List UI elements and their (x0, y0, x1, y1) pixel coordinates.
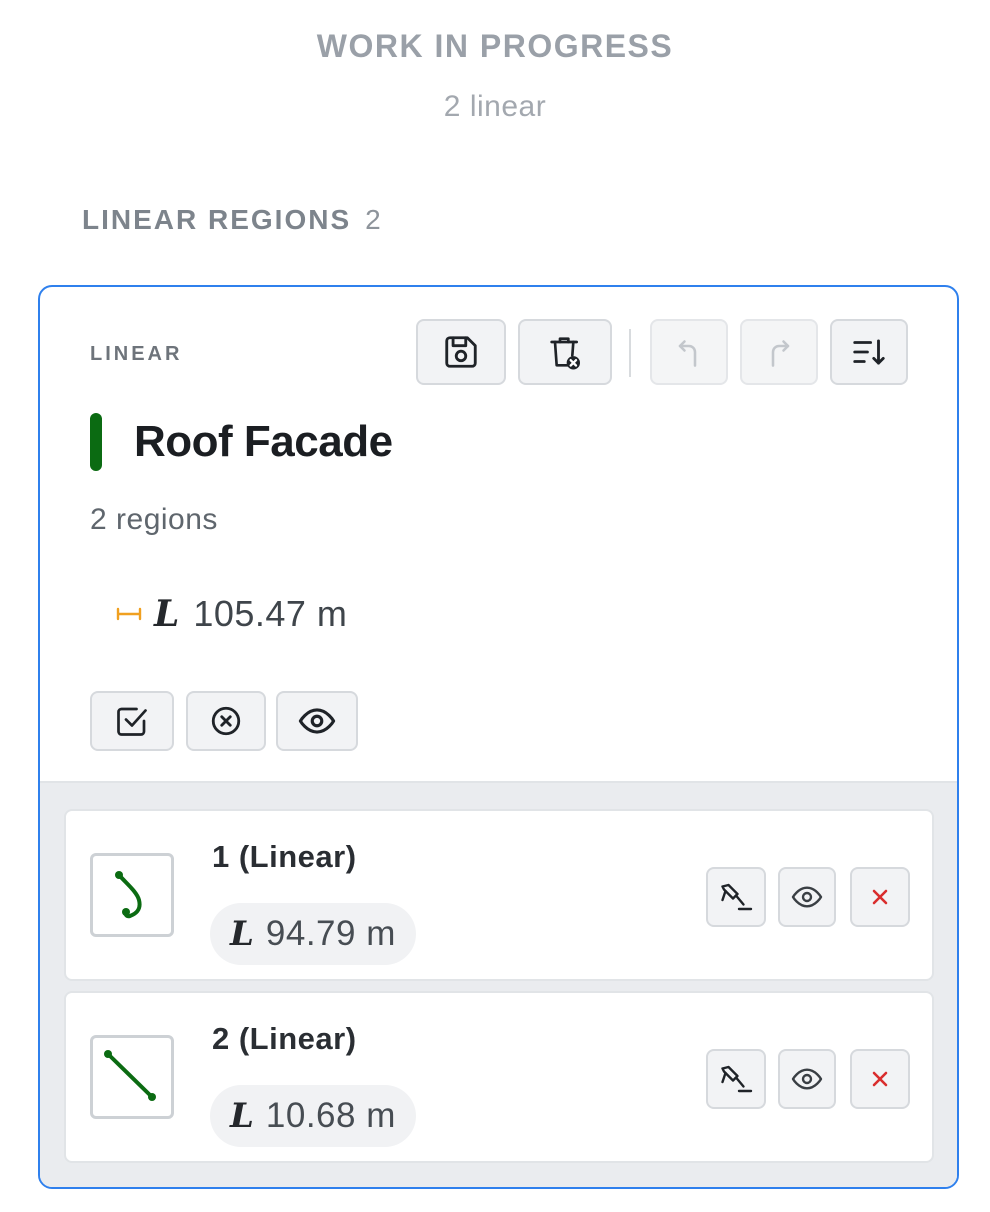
delete-region-button[interactable] (850, 867, 910, 927)
toolbar-separator (629, 329, 631, 377)
ruler-icon (116, 607, 142, 621)
delete-icon (550, 337, 580, 370)
sort-button[interactable] (830, 319, 908, 385)
region-list: 1 (Linear) L 94.79 m 2 (Linear) L 10.68 … (40, 781, 957, 1187)
save-button[interactable] (416, 319, 506, 385)
work-in-progress-subtitle: 2 linear (443, 90, 547, 123)
section-label: LINEAR REGIONS 2 (82, 204, 381, 236)
pen-tool-icon (721, 883, 753, 911)
group-color-bar (90, 413, 102, 471)
group-length: L 105.47 m (116, 593, 347, 635)
edit-region-button[interactable] (706, 867, 766, 927)
region-thumbnail (90, 1035, 174, 1119)
length-symbol: L (154, 593, 180, 635)
region-visibility-button[interactable] (778, 1049, 836, 1109)
eye-icon (298, 708, 336, 734)
toggle-visibility-button[interactable] (276, 691, 358, 751)
clear-button[interactable] (186, 691, 266, 751)
group-region-count: 2 regions (90, 503, 218, 536)
delete-button[interactable] (518, 319, 612, 385)
undo-icon (678, 340, 697, 367)
close-circle-icon (211, 706, 241, 736)
region-length-value: 10.68 m (265, 1096, 396, 1135)
check-square-icon (117, 707, 147, 736)
group-kind-label: LINEAR (90, 343, 183, 365)
region-visibility-button[interactable] (778, 867, 836, 927)
section-label-text: LINEAR REGIONS (82, 204, 352, 235)
length-symbol: L (230, 914, 254, 954)
delete-region-button[interactable] (850, 1049, 910, 1109)
redo-icon (771, 340, 790, 367)
region-length-value: 94.79 m (265, 914, 396, 953)
region-thumbnail (90, 853, 174, 937)
redo-button[interactable] (740, 319, 818, 385)
group-length-value: 105.47 m (193, 593, 348, 634)
region-title: 1 (Linear) (212, 839, 357, 874)
pen-tool-icon (721, 1065, 753, 1093)
undo-button[interactable] (650, 319, 728, 385)
eye-icon (791, 1068, 823, 1090)
eye-icon (791, 886, 823, 908)
save-icon (445, 336, 477, 368)
region-length: L 10.68 m (210, 1085, 416, 1147)
region-item-2[interactable]: 2 (Linear) L 10.68 m (64, 991, 934, 1163)
section-count: 2 (365, 204, 381, 235)
select-all-button[interactable] (90, 691, 174, 751)
close-icon (872, 889, 888, 905)
group-card[interactable]: LINEAR Roof Facade 2 regions L 105.47 m … (38, 285, 959, 1189)
group-name: Roof Facade (134, 417, 393, 466)
work-in-progress-title: WORK IN PROGRESS (316, 28, 674, 64)
edit-region-button[interactable] (706, 1049, 766, 1109)
length-symbol: L (230, 1096, 254, 1136)
page: WORK IN PROGRESS 2 linear LINEAR REGIONS… (0, 0, 990, 1212)
region-title: 2 (Linear) (212, 1021, 357, 1056)
sort-icon (853, 339, 885, 365)
close-icon (872, 1071, 888, 1087)
region-length: L 94.79 m (210, 903, 416, 965)
region-item-1[interactable]: 1 (Linear) L 94.79 m (64, 809, 934, 981)
